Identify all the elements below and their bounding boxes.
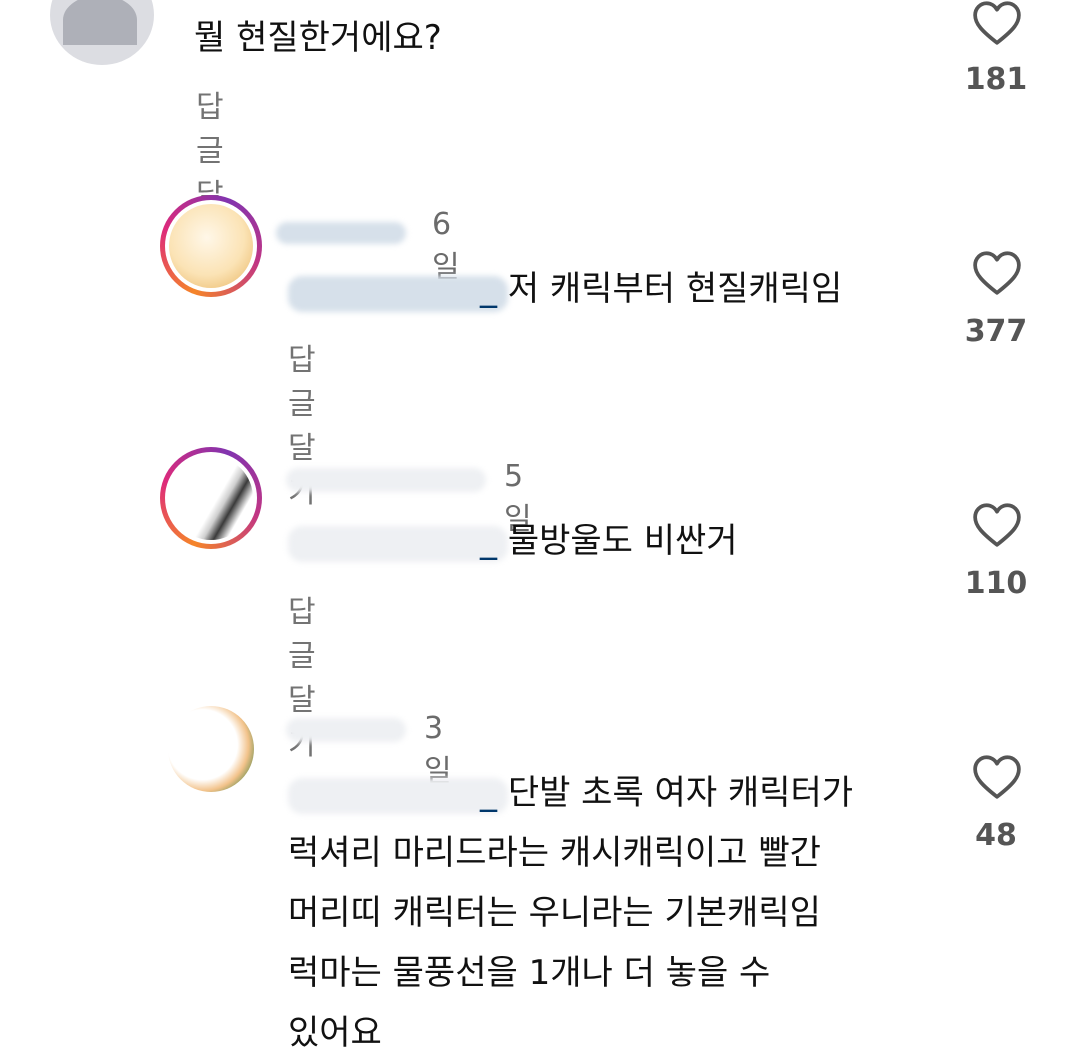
like-count: 48 <box>975 818 1017 853</box>
comment-line: 있어요 <box>288 1013 382 1053</box>
heart-outline-icon[interactable] <box>972 0 1022 46</box>
comment-line: 머리띠 캐릭터는 우니라는 기본캐릭임 <box>288 893 821 933</box>
like-count: 377 <box>964 314 1028 349</box>
default-avatar-icon[interactable] <box>50 0 154 65</box>
mention-link[interactable]: _ <box>288 269 497 309</box>
username-redacted <box>286 468 486 492</box>
comment-line: 럭마는 물풍선을 1개나 더 놓을 수 <box>288 953 771 993</box>
comment-text: _ 저 캐릭부터 현질캐릭임 <box>288 259 842 319</box>
heart-outline-icon[interactable] <box>972 502 1022 548</box>
avatar <box>169 204 253 288</box>
comment-body: 저 캐릭부터 현질캐릭임 <box>507 269 843 309</box>
heart-outline-icon[interactable] <box>972 250 1022 296</box>
like-count: 110 <box>964 566 1028 601</box>
comment-line: 단발 초록 여자 캐릭터가 <box>507 773 854 813</box>
story-ring-avatar[interactable] <box>160 195 262 297</box>
heart-outline-icon[interactable] <box>972 754 1022 800</box>
comment-text: _ 물방울도 비싼거 <box>288 511 738 571</box>
mention-link[interactable]: _ <box>288 521 497 561</box>
avatar <box>169 456 253 540</box>
mention-link[interactable]: _ <box>288 773 497 813</box>
comment-text: 뭘 현질한거에요? <box>194 18 442 58</box>
story-ring-avatar[interactable] <box>160 447 262 549</box>
avatar[interactable] <box>168 706 254 792</box>
username-redacted <box>276 222 406 244</box>
comment-text: _ 단발 초록 여자 캐릭터가 럭셔리 마리드라는 캐시캐릭이고 빨간 머리띠 … <box>288 763 853 1063</box>
like-count: 181 <box>964 62 1028 97</box>
username-redacted <box>286 718 406 742</box>
comment-body: 물방울도 비싼거 <box>507 521 738 561</box>
comment-line: 럭셔리 마리드라는 캐시캐릭이고 빨간 <box>288 833 821 873</box>
